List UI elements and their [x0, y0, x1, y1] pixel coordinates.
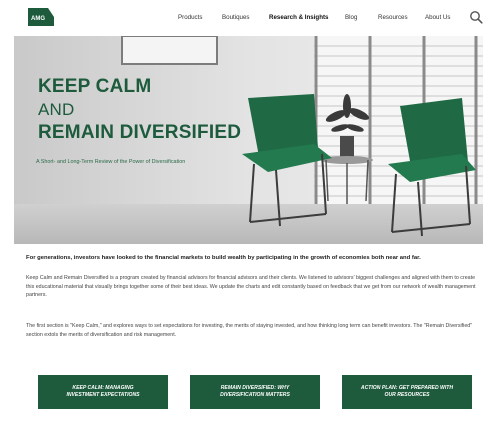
action-plan-button[interactable]: ACTION PLAN: GET PREPARED WITH OUR RESOU… [342, 375, 472, 409]
logo-text: AMG [31, 16, 45, 22]
hero-title-line-3: REMAIN DIVERSIFIED [38, 122, 242, 143]
top-navigation-bar: AMG Products Boutiques Research & Insigh… [0, 0, 493, 36]
nav-blog[interactable]: Blog [345, 14, 357, 21]
nav-boutiques[interactable]: Boutiques [222, 14, 250, 21]
remain-diversified-button[interactable]: REMAIN DIVERSIFIED: WHY DIVERSIFICATION … [190, 375, 320, 409]
description-paragraph-2: The first section is "Keep Calm," and ex… [26, 323, 473, 338]
nav-products[interactable]: Products [178, 14, 202, 21]
nav-resources[interactable]: Resources [378, 14, 408, 21]
intro-text: For generations, investors have looked t… [26, 255, 421, 261]
hero-subtitle: A Short- and Long-Term Review of the Pow… [36, 159, 186, 165]
hero-title-line-1: KEEP CALM [38, 76, 152, 97]
search-icon[interactable] [469, 10, 483, 24]
amg-logo[interactable]: AMG [28, 8, 54, 26]
description-paragraph-1: Keep Calm and Remain Diversified is a pr… [26, 275, 476, 299]
nav-research-insights[interactable]: Research & Insights [269, 14, 329, 21]
hero-banner: KEEP CALM AND REMAIN DIVERSIFIED A Short… [14, 36, 483, 244]
keep-calm-button[interactable]: KEEP CALM: MANAGING INVESTMENT EXPECTATI… [38, 375, 168, 409]
hero-title-line-2: AND [38, 100, 75, 119]
nav-about-us[interactable]: About Us [425, 14, 450, 21]
